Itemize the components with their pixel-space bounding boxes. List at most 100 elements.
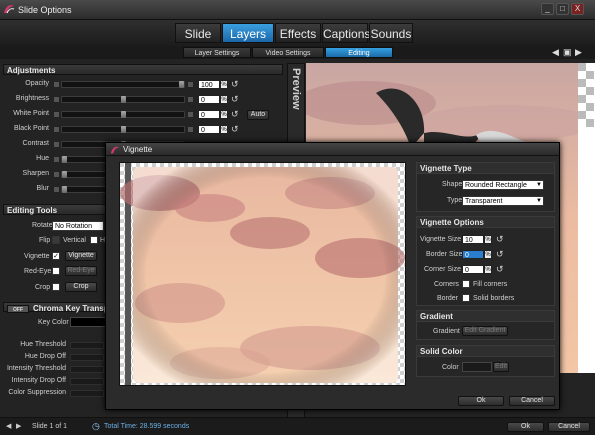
slider-thumb[interactable]: [121, 111, 126, 118]
chroma-setting-slider[interactable]: [70, 354, 104, 361]
key-color-swatch[interactable]: [70, 317, 106, 327]
reset-icon[interactable]: ↺: [231, 124, 239, 135]
tab-sounds[interactable]: Sounds: [369, 23, 413, 43]
key-color-label: Key Color: [38, 319, 69, 326]
slider-decrease-button[interactable]: [53, 156, 60, 163]
slider-thumb[interactable]: [62, 186, 67, 193]
vignette-button[interactable]: Vignette: [65, 251, 97, 261]
slider-thumb[interactable]: [179, 81, 184, 88]
reset-icon[interactable]: ↺: [496, 249, 504, 260]
subtab-layer-settings[interactable]: Layer Settings: [183, 47, 251, 58]
adjustment-slider[interactable]: [61, 111, 185, 118]
adjustment-value-input[interactable]: 0: [198, 125, 220, 134]
adjustment-label: Contrast: [22, 140, 49, 147]
slider-thumb[interactable]: [62, 156, 67, 163]
vignette-checkbox[interactable]: ✓: [52, 252, 60, 260]
chroma-title: Chroma Key Transp: [33, 304, 109, 313]
slider-decrease-button[interactable]: [53, 141, 60, 148]
tab-layers[interactable]: Layers: [222, 23, 274, 43]
fill-corners-checkbox[interactable]: [462, 280, 470, 288]
vignette-type-header: Vignette Type: [417, 163, 554, 174]
adjustment-label: White Point: [13, 110, 49, 117]
corner-size-input[interactable]: 0: [462, 265, 484, 274]
rotate-select[interactable]: No Rotation: [52, 221, 104, 231]
reset-icon[interactable]: ↺: [496, 264, 504, 275]
adjustment-slider[interactable]: [61, 126, 185, 133]
layers-icon[interactable]: ▣: [563, 47, 572, 58]
type-select[interactable]: Transparent ▼: [462, 196, 544, 206]
minimize-button[interactable]: _: [541, 3, 554, 15]
shape-select[interactable]: Rounded Rectangle ▼: [462, 180, 544, 190]
corners-label: Corners: [434, 281, 459, 288]
maximize-button[interactable]: □: [556, 3, 569, 15]
chroma-setting-slider[interactable]: [70, 342, 104, 349]
dialog-ok-button[interactable]: Ok: [458, 396, 504, 406]
slider-increase-button[interactable]: [187, 81, 194, 88]
solid-color-swatch[interactable]: [462, 362, 492, 372]
chroma-setting-slider[interactable]: [70, 378, 104, 385]
corner-size-label: Corner Size: [424, 266, 461, 273]
tab-captions[interactable]: Captions: [322, 23, 370, 43]
close-button[interactable]: X: [571, 3, 584, 15]
prev-layer-arrow-icon[interactable]: ◀: [552, 47, 559, 58]
reset-icon[interactable]: ↺: [231, 109, 239, 120]
slider-decrease-button[interactable]: [53, 111, 60, 118]
slider-decrease-button[interactable]: [53, 171, 60, 178]
timer-icon: ◷: [92, 421, 100, 431]
adjustment-slider[interactable]: [61, 81, 185, 88]
solid-borders-label: Solid borders: [473, 295, 515, 302]
flip-vertical-checkbox[interactable]: [90, 236, 98, 244]
edit-gradient-button[interactable]: Edit Gradient: [462, 326, 508, 336]
auto-button[interactable]: Auto: [247, 110, 269, 120]
next-slide-arrow-icon[interactable]: ▶: [16, 422, 21, 430]
next-layer-arrow-icon[interactable]: ▶: [575, 47, 582, 58]
slider-thumb[interactable]: [121, 96, 126, 103]
main-tabs: Slide Layers Effects Captions Sounds: [0, 20, 595, 46]
vignette-size-input[interactable]: 10: [462, 235, 484, 244]
reset-icon[interactable]: ↺: [496, 234, 504, 245]
slider-increase-button[interactable]: [187, 96, 194, 103]
dialog-cancel-button[interactable]: Cancel: [509, 396, 555, 406]
subtab-video-settings[interactable]: Video Settings: [252, 47, 324, 58]
slider-decrease-button[interactable]: [53, 126, 60, 133]
slider-decrease-button[interactable]: [53, 186, 60, 193]
adjustment-slider[interactable]: [61, 96, 185, 103]
slider-decrease-button[interactable]: [53, 81, 60, 88]
total-time: Total Time: 28.599 seconds: [104, 423, 190, 430]
redeye-button[interactable]: Red-Eye: [65, 266, 97, 276]
adjustment-unit: %: [220, 80, 228, 89]
slider-thumb[interactable]: [62, 171, 67, 178]
tab-slide[interactable]: Slide: [175, 23, 221, 43]
slider-increase-button[interactable]: [187, 126, 194, 133]
reset-icon[interactable]: ↺: [231, 94, 239, 105]
chroma-setting-label: Color Suppression: [8, 389, 66, 396]
chroma-setting-label: Hue Threshold: [20, 341, 66, 348]
vignette-dialog: Vignette Vignette Type Shape Rounded Rec…: [105, 142, 560, 410]
vignette-preview-photo: [120, 163, 405, 385]
redeye-checkbox[interactable]: [52, 267, 60, 275]
slider-decrease-button[interactable]: [53, 96, 60, 103]
border-size-input[interactable]: 0: [462, 250, 484, 259]
crop-checkbox[interactable]: [52, 283, 60, 291]
adjustment-label: Black Point: [13, 125, 49, 132]
cancel-button[interactable]: Cancel: [548, 422, 590, 432]
color-label: Color: [442, 364, 459, 371]
reset-icon[interactable]: ↺: [231, 79, 239, 90]
chroma-setting-slider[interactable]: [70, 366, 104, 373]
chevron-down-icon: ▼: [536, 182, 542, 188]
prev-slide-arrow-icon[interactable]: ◀: [6, 422, 11, 430]
flip-horizontal-checkbox[interactable]: [52, 236, 60, 244]
chroma-setting-slider[interactable]: [70, 390, 104, 397]
edit-color-button[interactable]: Edit: [493, 362, 509, 372]
solid-borders-checkbox[interactable]: [462, 294, 470, 302]
adjustment-value-input[interactable]: 0: [198, 110, 220, 119]
slider-increase-button[interactable]: [187, 111, 194, 118]
subtab-editing[interactable]: Editing: [325, 47, 393, 58]
chroma-toggle[interactable]: OFF: [7, 305, 29, 313]
ok-button[interactable]: Ok: [507, 422, 544, 432]
slider-thumb[interactable]: [121, 126, 126, 133]
adjustment-value-input[interactable]: 0: [198, 95, 220, 104]
tab-effects[interactable]: Effects: [275, 23, 321, 43]
adjustment-value-input[interactable]: 100: [198, 80, 220, 89]
crop-button[interactable]: Crop: [65, 282, 97, 292]
